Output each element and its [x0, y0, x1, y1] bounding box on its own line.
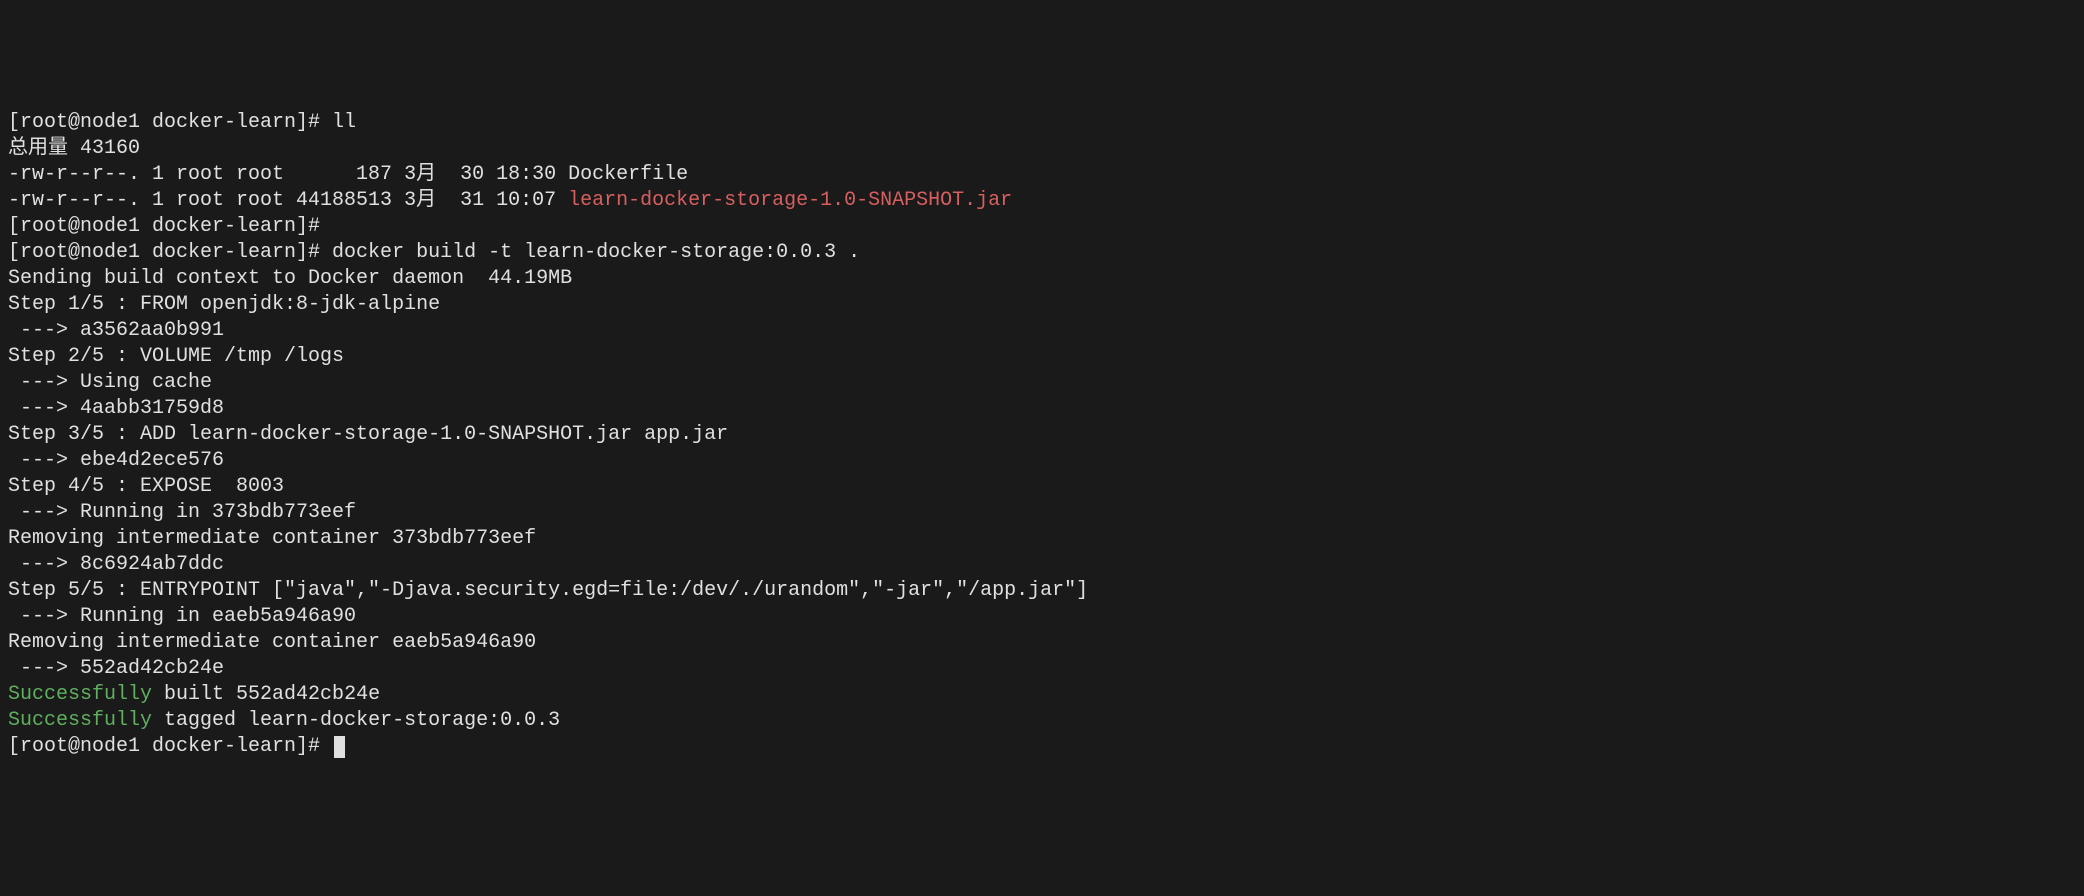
terminal-text-segment: [root@node1 docker-learn]# [8, 735, 332, 758]
terminal-text-segment: Step 1/5 : FROM openjdk:8-jdk-alpine [8, 293, 440, 316]
terminal-text-segment: 总用量 43160 [8, 137, 140, 160]
terminal-text-segment: tagged learn-docker-storage:0.0.3 [152, 709, 560, 732]
terminal-text-segment: Removing intermediate container 373bdb77… [8, 527, 536, 550]
terminal-line: ---> 8c6924ab7ddc [8, 552, 2076, 578]
terminal-text-segment: [root@node1 docker-learn]# ll [8, 111, 356, 134]
terminal-text-segment: Step 2/5 : VOLUME /tmp /logs [8, 345, 344, 368]
terminal-line: ---> 552ad42cb24e [8, 656, 2076, 682]
terminal-text-segment: learn-docker-storage-1.0-SNAPSHOT.jar [568, 189, 1012, 212]
terminal-text-segment: ---> 4aabb31759d8 [8, 397, 224, 420]
terminal-text-segment: ---> Running in eaeb5a946a90 [8, 605, 356, 628]
terminal-line: ---> Running in 373bdb773eef [8, 500, 2076, 526]
terminal-line: Removing intermediate container 373bdb77… [8, 526, 2076, 552]
terminal-line: Step 2/5 : VOLUME /tmp /logs [8, 344, 2076, 370]
terminal-text-segment: ---> ebe4d2ece576 [8, 449, 224, 472]
terminal-text-segment: [root@node1 docker-learn]# docker build … [8, 241, 860, 264]
terminal-text-segment: ---> Using cache [8, 371, 212, 394]
terminal-text-segment: Sending build context to Docker daemon 4… [8, 267, 572, 290]
terminal-line: -rw-r--r--. 1 root root 44188513 3月 31 1… [8, 188, 2076, 214]
terminal-text-segment: ---> Running in 373bdb773eef [8, 501, 356, 524]
terminal-text-segment: -rw-r--r--. 1 root root 187 3月 30 18:30 … [8, 163, 688, 186]
terminal-line: [root@node1 docker-learn]# [8, 214, 2076, 240]
terminal-line: ---> ebe4d2ece576 [8, 448, 2076, 474]
terminal-line: Successfully built 552ad42cb24e [8, 682, 2076, 708]
terminal-line: Sending build context to Docker daemon 4… [8, 266, 2076, 292]
terminal-line: 总用量 43160 [8, 136, 2076, 162]
terminal-text-segment: Step 4/5 : EXPOSE 8003 [8, 475, 284, 498]
terminal-text-segment: Successfully [8, 709, 152, 732]
terminal-text-segment: -rw-r--r--. 1 root root 44188513 3月 31 1… [8, 189, 568, 212]
terminal-line: Step 3/5 : ADD learn-docker-storage-1.0-… [8, 422, 2076, 448]
terminal-line: Step 5/5 : ENTRYPOINT ["java","-Djava.se… [8, 578, 2076, 604]
terminal-line: [root@node1 docker-learn]# ll [8, 110, 2076, 136]
terminal-line: ---> Using cache [8, 370, 2076, 396]
terminal-line: [root@node1 docker-learn]# docker build … [8, 240, 2076, 266]
terminal-line: ---> Running in eaeb5a946a90 [8, 604, 2076, 630]
terminal-line: ---> 4aabb31759d8 [8, 396, 2076, 422]
terminal-line: ---> a3562aa0b991 [8, 318, 2076, 344]
terminal-text-segment: ---> 552ad42cb24e [8, 657, 224, 680]
terminal-text-segment: built 552ad42cb24e [152, 683, 380, 706]
terminal-line: Successfully tagged learn-docker-storage… [8, 708, 2076, 734]
terminal-line: Step 4/5 : EXPOSE 8003 [8, 474, 2076, 500]
cursor-icon [334, 736, 345, 758]
terminal-text-segment: [root@node1 docker-learn]# [8, 215, 332, 238]
terminal-text-segment: ---> 8c6924ab7ddc [8, 553, 224, 576]
terminal-text-segment: Removing intermediate container eaeb5a94… [8, 631, 536, 654]
terminal-line: [root@node1 docker-learn]# [8, 734, 2076, 760]
terminal-text-segment: Step 3/5 : ADD learn-docker-storage-1.0-… [8, 423, 728, 446]
terminal-text-segment: Successfully [8, 683, 152, 706]
terminal-text-segment: Step 5/5 : ENTRYPOINT ["java","-Djava.se… [8, 579, 1088, 602]
terminal-output[interactable]: [root@node1 docker-learn]# ll 总用量 43160 -r… [8, 110, 2076, 760]
terminal-line: -rw-r--r--. 1 root root 187 3月 30 18:30 … [8, 162, 2076, 188]
terminal-text-segment: ---> a3562aa0b991 [8, 319, 224, 342]
terminal-line: Step 1/5 : FROM openjdk:8-jdk-alpine [8, 292, 2076, 318]
terminal-line: Removing intermediate container eaeb5a94… [8, 630, 2076, 656]
